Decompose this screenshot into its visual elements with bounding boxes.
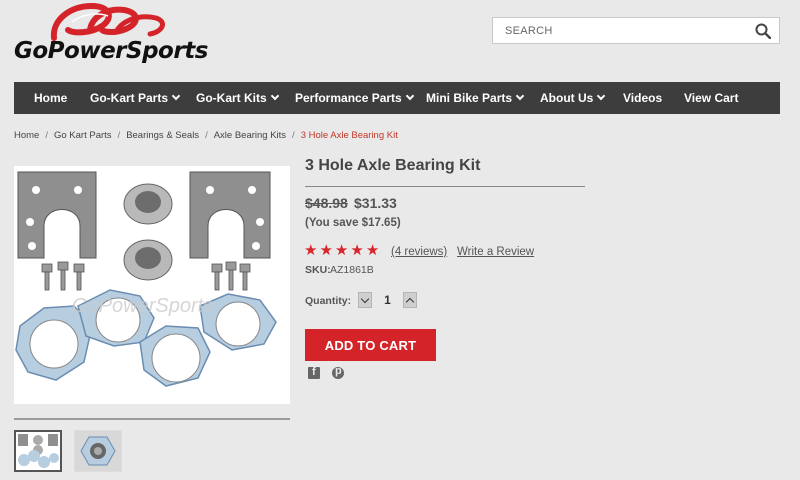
nav-go-kart-kits-label: Go-Kart Kits (196, 91, 267, 105)
pinterest-icon[interactable] (332, 365, 344, 379)
nav-videos-label: Videos (623, 91, 663, 105)
star-icon: ★ (350, 242, 364, 259)
star-icon: ★ (334, 242, 349, 259)
chevron-down-icon (515, 91, 525, 101)
thumbnail-image (75, 431, 121, 471)
sale-price: $31.33 (354, 195, 397, 211)
quantity-decrease-button[interactable] (358, 292, 372, 308)
star-icon: ★ (304, 242, 318, 259)
chevron-down-icon (597, 91, 606, 101)
star-icon: ★ (319, 242, 333, 259)
title-divider (305, 186, 585, 187)
breadcrumb-go-kart-parts[interactable]: Go Kart Parts (54, 130, 112, 141)
quantity-increase-button[interactable] (403, 292, 417, 308)
nav-view-cart-label: View Cart (684, 91, 739, 105)
reviews-link[interactable]: (4 reviews) (391, 246, 447, 258)
thumbnail-1[interactable] (14, 430, 62, 472)
sku-value: AZ1861B (330, 264, 374, 276)
nav-mini-bike-parts[interactable]: Mini Bike Parts (426, 91, 525, 105)
savings-text: (You save $17.65) (305, 217, 401, 229)
nav-performance-parts-label: Performance Parts (295, 91, 402, 105)
site-logo[interactable]: GoPowerSports (12, 0, 217, 72)
breadcrumb-separator: / (205, 130, 208, 141)
nav-home[interactable]: Home (34, 91, 67, 105)
sku-label: SKU: (305, 264, 331, 276)
logo-text: GoPowerSports (14, 38, 208, 64)
product-main-image[interactable]: GoPowerSports (14, 166, 290, 404)
breadcrumb-separator: / (292, 130, 295, 141)
search-box[interactable] (492, 17, 780, 44)
breadcrumb-separator: / (45, 130, 48, 141)
nav-home-label: Home (34, 91, 68, 105)
nav-about-us-label: About Us (540, 91, 594, 105)
chevron-down-icon (171, 91, 181, 101)
breadcrumb-current: 3 Hole Axle Bearing Kit (300, 130, 398, 141)
nav-about-us[interactable]: About Us (540, 91, 606, 105)
image-watermark-text: GoPowerSports (72, 295, 213, 317)
chevron-down-icon (270, 91, 279, 101)
axle-bearing-kit-image: GoPowerSports (15, 171, 277, 387)
nav-mini-bike-parts-label: Mini Bike Parts (426, 91, 513, 105)
nav-go-kart-parts-label: Go-Kart Parts (90, 91, 169, 105)
add-to-cart-button[interactable]: ADD TO CART (305, 329, 436, 361)
nav-performance-parts[interactable]: Performance Parts (295, 91, 414, 105)
nav-view-cart[interactable]: View Cart (684, 91, 738, 105)
breadcrumb: Home / Go Kart Parts / Bearings & Seals … (14, 130, 398, 141)
chevron-down-icon (405, 91, 414, 101)
main-nav: Home Go-Kart Parts Go-Kart Kits Performa… (14, 82, 780, 114)
breadcrumb-home[interactable]: Home (14, 130, 39, 141)
original-price: $48.98 (305, 195, 348, 211)
star-icon: ★ (365, 242, 380, 259)
product-title: 3 Hole Axle Bearing Kit (305, 157, 481, 174)
thumbnail-2[interactable] (74, 430, 122, 472)
rating-stars: ★ ★ ★ ★ ★ (304, 242, 379, 260)
facebook-icon[interactable] (308, 366, 320, 379)
breadcrumb-separator: / (117, 130, 121, 141)
nav-go-kart-kits[interactable]: Go-Kart Kits (196, 91, 279, 105)
search-icon[interactable] (755, 23, 771, 39)
quantity-input[interactable] (373, 292, 402, 308)
nav-videos[interactable]: Videos (623, 91, 662, 105)
image-divider (14, 418, 290, 420)
search-input[interactable] (493, 18, 743, 43)
nav-go-kart-parts[interactable]: Go-Kart Parts (90, 91, 181, 105)
quantity-label: Quantity: (305, 295, 352, 307)
breadcrumb-bearings-seals[interactable]: Bearings & Seals (126, 130, 199, 141)
breadcrumb-axle-bearing-kits[interactable]: Axle Bearing Kits (214, 130, 286, 141)
write-review-link[interactable]: Write a Review (457, 246, 534, 258)
thumbnail-image (18, 434, 59, 468)
